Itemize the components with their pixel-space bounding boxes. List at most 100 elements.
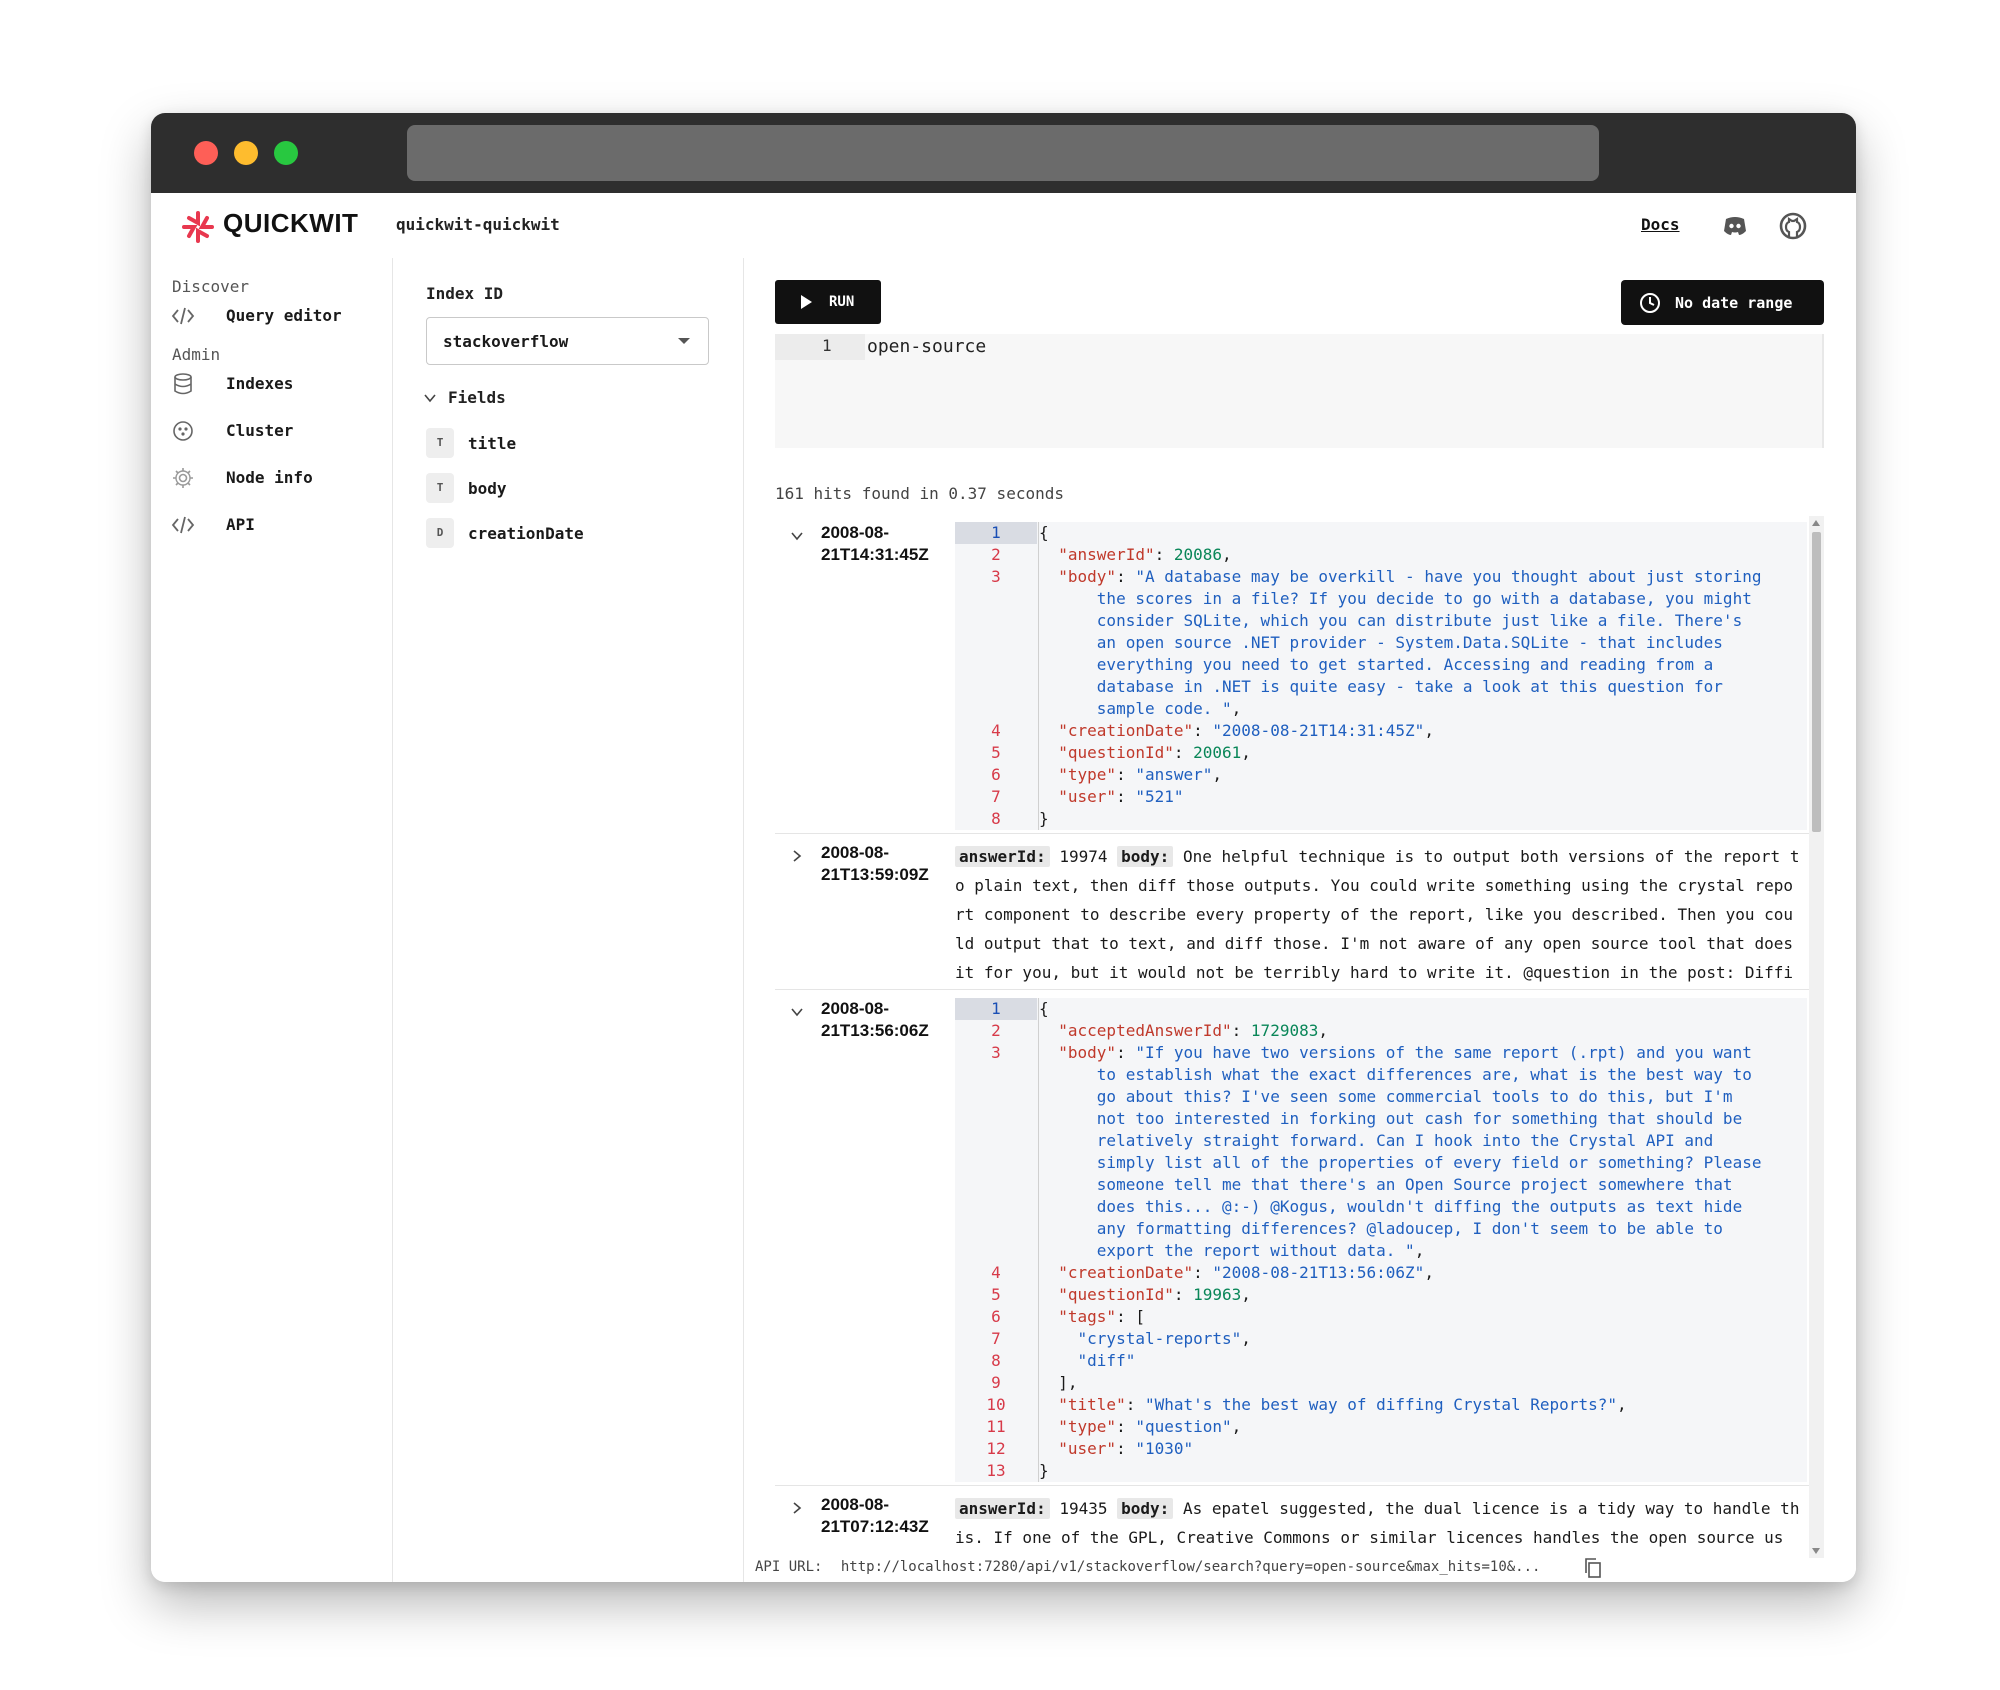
json-line: an open source .NET provider - System.Da…: [955, 632, 1807, 654]
json-viewer[interactable]: 1{2 "answerId": 20086, 3 "body": "A datab…: [955, 522, 1807, 830]
answer-id-value: 19974: [1049, 847, 1118, 866]
json-code: ],: [1058, 1373, 1078, 1392]
sidebar-item-query-editor[interactable]: Query editor: [171, 298, 381, 334]
json-line: not too interested in forking out cash f…: [955, 1108, 1807, 1130]
address-bar[interactable]: [407, 125, 1599, 181]
sidebar-item-indexes[interactable]: Indexes: [171, 366, 381, 402]
chevron-right-icon[interactable]: [789, 1500, 805, 1516]
date-range-label: No date range: [1675, 294, 1793, 312]
scroll-up-arrow-icon[interactable]: [1812, 520, 1820, 526]
json-line-number: 8: [991, 1351, 1001, 1370]
result-summary: answerId: 19974 body: One helpful techni…: [955, 842, 1801, 984]
github-icon[interactable]: [1777, 210, 1809, 242]
result-row[interactable]: 2008-08- 21T13:56:06Z 1{2 "acceptedAnswerI…: [775, 992, 1809, 1486]
sidebar-item-api[interactable]: API: [171, 507, 381, 543]
json-viewer[interactable]: 1{2 "acceptedAnswerId": 1729083, 3 "body"…: [955, 998, 1807, 1482]
result-row[interactable]: 2008-08- 21T14:31:45Z 1{2 "answerId": 2008…: [775, 516, 1809, 834]
code-icon: [171, 307, 195, 325]
close-window-button[interactable]: [194, 141, 218, 165]
field-type-badge: T: [426, 428, 454, 458]
json-line: everything you need to get started. Acce…: [955, 654, 1807, 676]
sidebar-item-node-info[interactable]: Node info: [171, 460, 381, 496]
json-line: 1{: [955, 522, 1807, 544]
sidebar-section-admin: Admin: [172, 345, 221, 364]
json-line: to establish what the exact differences …: [955, 1064, 1807, 1086]
json-code: sample code. ",: [1096, 699, 1242, 718]
json-line-number: 5: [991, 743, 1001, 762]
json-line-number: 7: [991, 1329, 1001, 1348]
results-scrollbar[interactable]: [1809, 516, 1824, 1558]
results-list[interactable]: 2008-08- 21T14:31:45Z 1{2 "answerId": 2008…: [775, 516, 1824, 1558]
json-line-number: 12: [986, 1439, 1006, 1458]
json-line-number: 2: [991, 1021, 1001, 1040]
json-code: "type": "answer",: [1058, 765, 1223, 784]
json-code: any formatting differences? @ladoucep, I…: [1096, 1219, 1723, 1238]
json-line-number: [955, 1064, 1037, 1086]
docs-link[interactable]: Docs: [1641, 215, 1680, 234]
json-line-number: [955, 1152, 1037, 1174]
json-line-number: [955, 1130, 1037, 1152]
json-line: 6 "tags": [: [955, 1306, 1807, 1328]
sidebar-item-cluster[interactable]: Cluster: [171, 413, 381, 449]
field-item-creationdate[interactable]: D creationDate: [426, 518, 706, 548]
query-editor[interactable]: 1 open-source: [775, 334, 1824, 448]
chevron-down-icon[interactable]: [789, 1004, 805, 1020]
clock-icon: [1640, 293, 1660, 313]
sidebar-item-label: Indexes: [226, 374, 294, 393]
json-code: "creationDate": "2008-08-21T13:56:06Z",: [1058, 1263, 1434, 1282]
json-line: 2 "acceptedAnswerId": 1729083,: [955, 1020, 1807, 1042]
json-code: "acceptedAnswerId": 1729083,: [1058, 1021, 1328, 1040]
maximize-window-button[interactable]: [274, 141, 298, 165]
json-line: 8}: [955, 808, 1807, 830]
json-code: export the report without data. ",: [1096, 1241, 1425, 1260]
json-code: {: [1039, 999, 1049, 1018]
api-url-value[interactable]: http://localhost:7280/api/v1/stackoverfl…: [841, 1559, 1541, 1575]
field-item-title[interactable]: T title: [426, 428, 706, 458]
field-item-body[interactable]: T body: [426, 473, 706, 503]
json-code: {: [1039, 523, 1049, 542]
editor-gutter: 1: [775, 334, 865, 360]
json-line-number: [955, 632, 1037, 654]
json-code: "diff": [1077, 1351, 1136, 1370]
json-line-number: [955, 654, 1037, 676]
json-code: "title": "What's the best way of diffing…: [1058, 1395, 1627, 1414]
chevron-right-icon[interactable]: [789, 848, 805, 864]
scrollbar-thumb[interactable]: [1812, 532, 1821, 832]
minimize-window-button[interactable]: [234, 141, 258, 165]
result-summary: answerId: 19435 body: As epatel suggeste…: [955, 1494, 1801, 1558]
json-line: 12 "user": "1030": [955, 1438, 1807, 1460]
json-code: go about this? I've seen some commercial…: [1096, 1087, 1733, 1106]
json-line-number: 4: [991, 721, 1001, 740]
cluster-icon: [173, 421, 193, 441]
code-icon: [171, 516, 195, 534]
sidebar-item-label: API: [226, 515, 255, 534]
main-panel: RUN No date range 1 open-source 161 hits…: [745, 258, 1856, 1582]
field-type-badge: T: [426, 473, 454, 503]
json-code: }: [1039, 809, 1049, 828]
json-line-number: [955, 1086, 1037, 1108]
json-line: 3 "body": "If you have two versions of t…: [955, 1042, 1807, 1064]
index-id-select[interactable]: stackoverflow: [426, 317, 709, 365]
result-row[interactable]: 2008-08- 21T13:59:09Z answerId: 19974 body…: [775, 836, 1809, 990]
scroll-down-arrow-icon[interactable]: [1812, 1548, 1820, 1554]
chevron-down-icon[interactable]: [789, 528, 805, 544]
play-icon: [801, 295, 812, 309]
json-line: 7 "crystal-reports",: [955, 1328, 1807, 1350]
fields-toggle[interactable]: Fields: [422, 386, 622, 412]
json-line: relatively straight forward. Can I hook …: [955, 1130, 1807, 1152]
json-line: 4 "creationDate": "2008-08-21T13:56:06Z"…: [955, 1262, 1807, 1284]
browser-titlebar: [151, 113, 1856, 193]
run-button[interactable]: RUN: [775, 280, 881, 324]
quickwit-logo-icon[interactable]: [181, 210, 215, 244]
discord-icon[interactable]: [1719, 210, 1751, 242]
query-text[interactable]: open-source: [867, 336, 986, 357]
json-line: consider SQLite, which you can distribut…: [955, 610, 1807, 632]
json-code: does this... @:-) @Kogus, wouldn't diffi…: [1096, 1197, 1743, 1216]
json-line-number: [955, 588, 1037, 610]
result-row[interactable]: 2008-08- 21T07:12:43Z answerId: 19435 body…: [775, 1488, 1809, 1558]
copy-icon[interactable]: [1583, 1557, 1603, 1579]
json-line-number: 6: [991, 765, 1001, 784]
json-line-number: [955, 1174, 1037, 1196]
brand-name[interactable]: QUICKWIT: [223, 208, 358, 239]
date-range-button[interactable]: No date range: [1621, 280, 1824, 325]
